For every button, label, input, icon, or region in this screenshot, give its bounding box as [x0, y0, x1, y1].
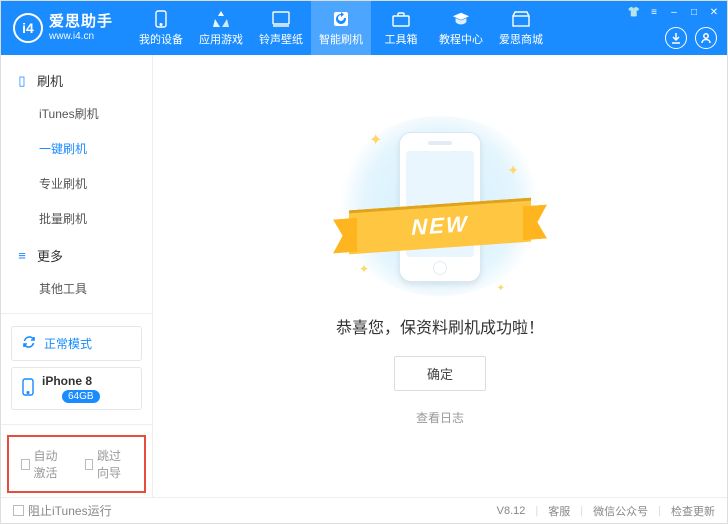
title-bar: i4 爱思助手 www.i4.cn 我的设备 应用游戏 铃声壁纸 智能刷机: [1, 1, 727, 55]
main-content: ✦✦✦✦ NEW 恭喜您，保资料刷机成功啦！ 确定 查看日志: [153, 55, 727, 497]
sidebar-item-download-firmware[interactable]: 下载固件: [1, 306, 152, 307]
wechat-link[interactable]: 微信公众号: [593, 503, 648, 519]
nav-ringtones-wallpapers[interactable]: 铃声壁纸: [251, 1, 311, 55]
apps-icon: [212, 10, 230, 28]
download-button[interactable]: [665, 27, 687, 49]
phone-icon: [152, 10, 170, 28]
account-button[interactable]: [695, 27, 717, 49]
nav-toolbox[interactable]: 工具箱: [371, 1, 431, 55]
support-link[interactable]: 客服: [548, 503, 570, 519]
sidebar: ▯ 刷机 iTunes刷机 一键刷机 专业刷机 批量刷机 ≡ 更多 其他工具 下…: [1, 55, 153, 497]
graduation-icon: [452, 10, 470, 28]
sidebar-item-other-tools[interactable]: 其他工具: [1, 271, 152, 306]
check-update-link[interactable]: 检查更新: [671, 503, 715, 519]
brand-title: 爱思助手: [49, 14, 113, 31]
close-button[interactable]: ✕: [707, 5, 721, 19]
nav-tutorials[interactable]: 教程中心: [431, 1, 491, 55]
nav-store[interactable]: 爱思商城: [491, 1, 551, 55]
sidebar-item-pro-flash[interactable]: 专业刷机: [1, 166, 152, 201]
success-message: 恭喜您，保资料刷机成功啦！: [336, 314, 544, 338]
wallpaper-icon: [272, 10, 290, 28]
nav-smart-flash[interactable]: 智能刷机: [311, 1, 371, 55]
view-log-link[interactable]: 查看日志: [416, 409, 464, 426]
top-nav: 我的设备 应用游戏 铃声壁纸 智能刷机 工具箱 教程中心: [131, 1, 551, 55]
refresh-icon: [332, 10, 350, 28]
menu-icon: ≡: [15, 248, 29, 263]
skip-guide-checkbox[interactable]: 跳过向导: [85, 447, 133, 481]
logo-badge: i4: [13, 13, 43, 43]
ok-button[interactable]: 确定: [394, 356, 486, 391]
brand-site: www.i4.cn: [49, 31, 113, 42]
sidebar-item-oneclick-flash[interactable]: 一键刷机: [1, 131, 152, 166]
device-name: iPhone 8: [42, 374, 100, 388]
auto-activate-checkbox[interactable]: 自动激活: [21, 447, 69, 481]
sync-icon: [22, 335, 36, 352]
nav-apps-games[interactable]: 应用游戏: [191, 1, 251, 55]
app-logo: i4 爱思助手 www.i4.cn: [9, 13, 113, 43]
sidebar-item-itunes-flash[interactable]: iTunes刷机: [1, 96, 152, 131]
success-illustration: ✦✦✦✦ NEW: [335, 116, 545, 296]
status-bar: 阻止iTunes运行 V8.12 | 客服 | 微信公众号 | 检查更新: [1, 497, 727, 523]
storage-badge: 64GB: [62, 390, 100, 403]
menu-button[interactable]: ≡: [647, 5, 661, 19]
device-indicator[interactable]: iPhone 8 64GB: [11, 367, 142, 410]
block-itunes-checkbox[interactable]: 阻止iTunes运行: [13, 502, 112, 519]
activation-options: 自动激活 跳过向导: [7, 435, 146, 493]
store-icon: [512, 10, 530, 28]
nav-my-device[interactable]: 我的设备: [131, 1, 191, 55]
sidebar-item-batch-flash[interactable]: 批量刷机: [1, 201, 152, 236]
skin-button[interactable]: 👕: [627, 5, 641, 19]
version-label: V8.12: [497, 505, 526, 517]
maximize-button[interactable]: □: [687, 5, 701, 19]
phone-small-icon: ▯: [15, 73, 29, 89]
sidebar-section-more: ≡ 更多: [1, 236, 152, 271]
device-icon: [22, 378, 34, 399]
mode-indicator[interactable]: 正常模式: [11, 326, 142, 361]
sidebar-section-flash: ▯ 刷机: [1, 61, 152, 96]
toolbox-icon: [392, 10, 410, 28]
minimize-button[interactable]: –: [667, 5, 681, 19]
